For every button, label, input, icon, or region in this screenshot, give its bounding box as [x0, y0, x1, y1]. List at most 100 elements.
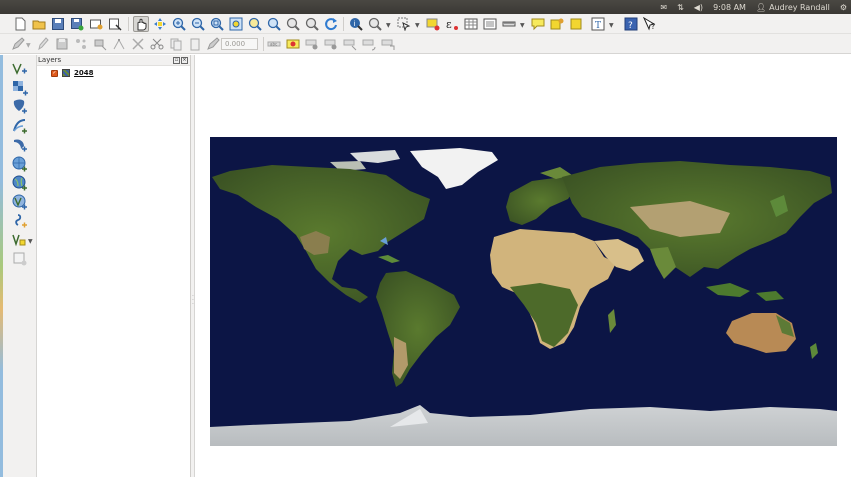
attribute-table-icon[interactable]	[463, 16, 479, 32]
svg-text:T: T	[595, 21, 601, 31]
svg-text:ε: ε	[446, 18, 452, 31]
map-tips-icon[interactable]	[530, 16, 546, 32]
zoom-to-selection-icon[interactable]	[228, 16, 244, 32]
chevron-down-icon[interactable]: ▼	[26, 42, 31, 49]
layer-visibility-checkbox[interactable]: ✓	[51, 69, 58, 77]
manage-layers-toolbar: ▼	[0, 55, 37, 477]
zoom-to-layer-icon[interactable]	[247, 16, 263, 32]
raster-layer-icon	[62, 69, 70, 77]
layers-panel: Layers ▫ × ✓ 2048	[37, 55, 191, 477]
chevron-down-icon[interactable]: ▼	[609, 22, 614, 29]
label-icon[interactable]: abc	[266, 36, 282, 52]
remove-layer-icon[interactable]	[12, 251, 28, 267]
splitter-grip: · · ·	[192, 293, 194, 308]
zoom-native-icon[interactable]	[304, 16, 320, 32]
user-menu[interactable]: 👤︎ Audrey Randall	[756, 3, 830, 12]
identify-icon[interactable]: i	[348, 16, 364, 32]
map-canvas[interactable]	[196, 55, 851, 477]
composer-manager-icon[interactable]	[107, 16, 123, 32]
chevron-down-icon[interactable]: ▼	[415, 22, 420, 29]
current-edits-icon[interactable]	[10, 36, 26, 52]
refresh-icon[interactable]	[323, 16, 339, 32]
layer-name[interactable]: 2048	[74, 69, 93, 77]
add-delimited-text-icon[interactable]	[12, 213, 28, 229]
show-hide-labels-icon[interactable]	[323, 36, 339, 52]
show-bookmarks-icon[interactable]	[568, 16, 584, 32]
cut-features-icon[interactable]	[149, 36, 165, 52]
new-project-icon[interactable]	[12, 16, 28, 32]
statistics-icon[interactable]	[482, 16, 498, 32]
pan-map-icon[interactable]	[133, 16, 149, 32]
new-bookmark-icon[interactable]	[549, 16, 565, 32]
gear-icon[interactable]: ⚙	[840, 3, 847, 12]
change-label-icon[interactable]	[380, 36, 396, 52]
volume-icon[interactable]: ◀︎)	[694, 3, 703, 12]
measure-line-icon[interactable]	[501, 16, 517, 32]
pin-labels-icon[interactable]	[304, 36, 320, 52]
clock-label: 9:08 AM	[713, 2, 746, 12]
add-vector-layer-icon[interactable]	[12, 61, 28, 77]
deselect-icon[interactable]	[425, 16, 441, 32]
save-edits-icon[interactable]	[54, 36, 70, 52]
world-raster-image	[210, 137, 837, 446]
user-icon: 👤︎	[755, 2, 767, 12]
file-navigation-toolbar: i ▼ ▼ ε ▼ T ▼ ? ?	[0, 14, 851, 34]
new-print-composer-icon[interactable]	[88, 16, 104, 32]
zoom-next-icon[interactable]	[285, 16, 301, 32]
add-postgis-layer-icon[interactable]	[12, 99, 28, 115]
zoom-full-icon[interactable]	[209, 16, 225, 32]
move-feature-icon[interactable]	[92, 36, 108, 52]
layers-panel-title: Layers	[38, 56, 62, 64]
add-feature-icon[interactable]	[73, 36, 89, 52]
svg-text:?: ?	[651, 22, 655, 31]
add-mssql-layer-icon[interactable]	[12, 137, 28, 153]
paste-features-icon[interactable]	[187, 36, 203, 52]
qgis-window: ✉ ⇅ ◀︎) 9:08 AM 👤︎ Audrey Randall ⚙ i ▼ …	[0, 0, 851, 477]
measure-icon[interactable]	[367, 16, 383, 32]
system-top-panel: ✉ ⇅ ◀︎) 9:08 AM 👤︎ Audrey Randall ⚙	[0, 0, 851, 14]
new-shapefile-icon[interactable]	[12, 232, 28, 248]
chevron-down-icon[interactable]: ▼	[520, 22, 525, 29]
chevron-down-icon[interactable]: ▼	[28, 238, 33, 245]
save-as-icon[interactable]	[69, 16, 85, 32]
window-edge-strip	[0, 55, 3, 477]
save-project-icon[interactable]	[50, 16, 66, 32]
chevron-down-icon[interactable]: ▼	[386, 22, 391, 29]
network-icon[interactable]: ⇅	[677, 3, 684, 12]
pan-to-selection-icon[interactable]	[152, 16, 168, 32]
clock[interactable]: 9:08 AM	[713, 3, 746, 12]
field-calculator-icon[interactable]: ε	[444, 16, 460, 32]
add-wms-layer-icon[interactable]	[12, 156, 28, 172]
toggle-editing-icon[interactable]	[35, 36, 51, 52]
add-spatialite-layer-icon[interactable]	[12, 118, 28, 134]
select-features-icon[interactable]	[396, 16, 412, 32]
zoom-in-icon[interactable]	[171, 16, 187, 32]
node-tool-icon[interactable]	[111, 36, 127, 52]
rotate-point-symbols-icon[interactable]	[205, 36, 221, 52]
move-label-icon[interactable]	[342, 36, 358, 52]
add-wcs-layer-icon[interactable]	[12, 175, 28, 191]
panel-splitter[interactable]: · · ·	[191, 55, 195, 477]
open-project-icon[interactable]	[31, 16, 47, 32]
mail-icon[interactable]: ✉	[660, 3, 667, 12]
text-annotation-icon[interactable]: T	[590, 16, 606, 32]
rotate-label-icon[interactable]	[361, 36, 377, 52]
zoom-out-icon[interactable]	[190, 16, 206, 32]
help-icon[interactable]: ?	[623, 16, 639, 32]
close-icon[interactable]: ×	[181, 57, 188, 64]
whats-this-icon[interactable]: ?	[642, 16, 658, 32]
svg-text:i: i	[354, 20, 356, 28]
delete-selected-icon[interactable]	[130, 36, 146, 52]
svg-text:abc: abc	[270, 42, 277, 47]
zoom-last-icon[interactable]	[266, 16, 282, 32]
copy-features-icon[interactable]	[168, 36, 184, 52]
rotation-value-field[interactable]: 0.000	[221, 38, 258, 50]
add-raster-layer-icon[interactable]	[12, 80, 28, 96]
add-wfs-layer-icon[interactable]	[12, 194, 28, 210]
layer-item[interactable]: ✓ 2048	[51, 69, 93, 77]
editing-toolbar: ▼ 0.000 abc	[0, 34, 851, 54]
float-panel-icon[interactable]: ▫	[173, 57, 180, 64]
layer-labeling-icon[interactable]	[285, 36, 301, 52]
svg-text:?: ?	[628, 21, 633, 31]
layers-panel-header: Layers ▫ ×	[37, 55, 190, 66]
